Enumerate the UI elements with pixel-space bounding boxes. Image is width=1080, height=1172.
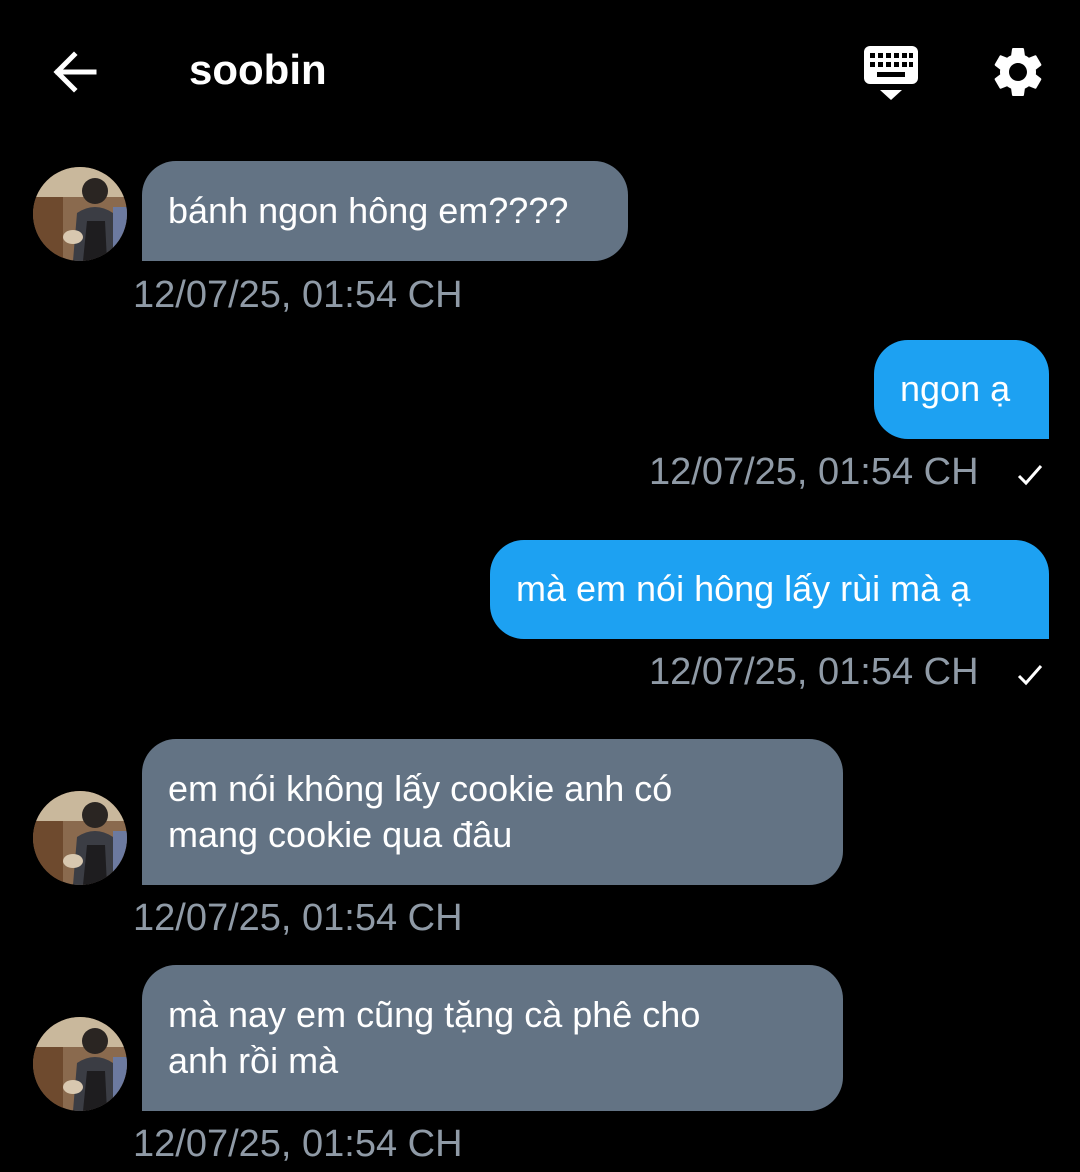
message-text: bánh ngon hông em???? xyxy=(168,190,569,231)
avatar[interactable] xyxy=(33,1017,127,1111)
avatar-photo xyxy=(33,167,127,261)
chat-title: soobin xyxy=(189,46,327,93)
message-bubble[interactable]: em nói không lấy cookie anh có mang cook… xyxy=(142,739,843,885)
message-text-line: mang cookie qua đâu xyxy=(168,814,513,855)
message-timestamp: 12/07/25, 01:54 CH xyxy=(133,897,463,939)
message-timestamp: 12/07/25, 01:54 CH xyxy=(649,451,979,493)
check-icon xyxy=(1017,465,1043,486)
back-button[interactable] xyxy=(44,44,104,100)
message-timestamp: 12/07/25, 01:54 CH xyxy=(133,274,463,316)
message-text-line: anh rồi mà xyxy=(168,1040,339,1081)
message-timestamp: 12/07/25, 01:54 CH xyxy=(133,1123,463,1165)
avatar[interactable] xyxy=(33,791,127,885)
keyboard-hide-icon xyxy=(864,46,918,100)
chat-header: soobin xyxy=(0,0,1080,140)
message-text-line: mà nay em cũng tặng cà phê cho xyxy=(168,994,701,1035)
message-bubble[interactable]: mà em nói hông lấy rùi mà ạ xyxy=(490,540,1049,639)
avatar[interactable] xyxy=(33,167,127,261)
message-timestamp: 12/07/25, 01:54 CH xyxy=(649,651,979,693)
check-icon xyxy=(1017,665,1043,686)
gear-icon xyxy=(994,47,1042,96)
message-bubble[interactable]: bánh ngon hông em???? xyxy=(142,161,628,261)
avatar-photo xyxy=(33,791,127,885)
avatar-photo xyxy=(33,1017,127,1111)
message-bubble[interactable]: mà nay em cũng tặng cà phê cho anh rồi m… xyxy=(142,965,843,1111)
message-bubble[interactable]: ngon ạ xyxy=(874,340,1049,439)
message-text-line: em nói không lấy cookie anh có xyxy=(168,768,673,809)
keyboard-toggle-button[interactable] xyxy=(860,42,922,104)
settings-button[interactable] xyxy=(988,42,1048,102)
arrow-left-icon xyxy=(53,51,97,93)
message-text: mà em nói hông lấy rùi mà ạ xyxy=(516,568,971,609)
message-text: ngon ạ xyxy=(900,368,1011,409)
